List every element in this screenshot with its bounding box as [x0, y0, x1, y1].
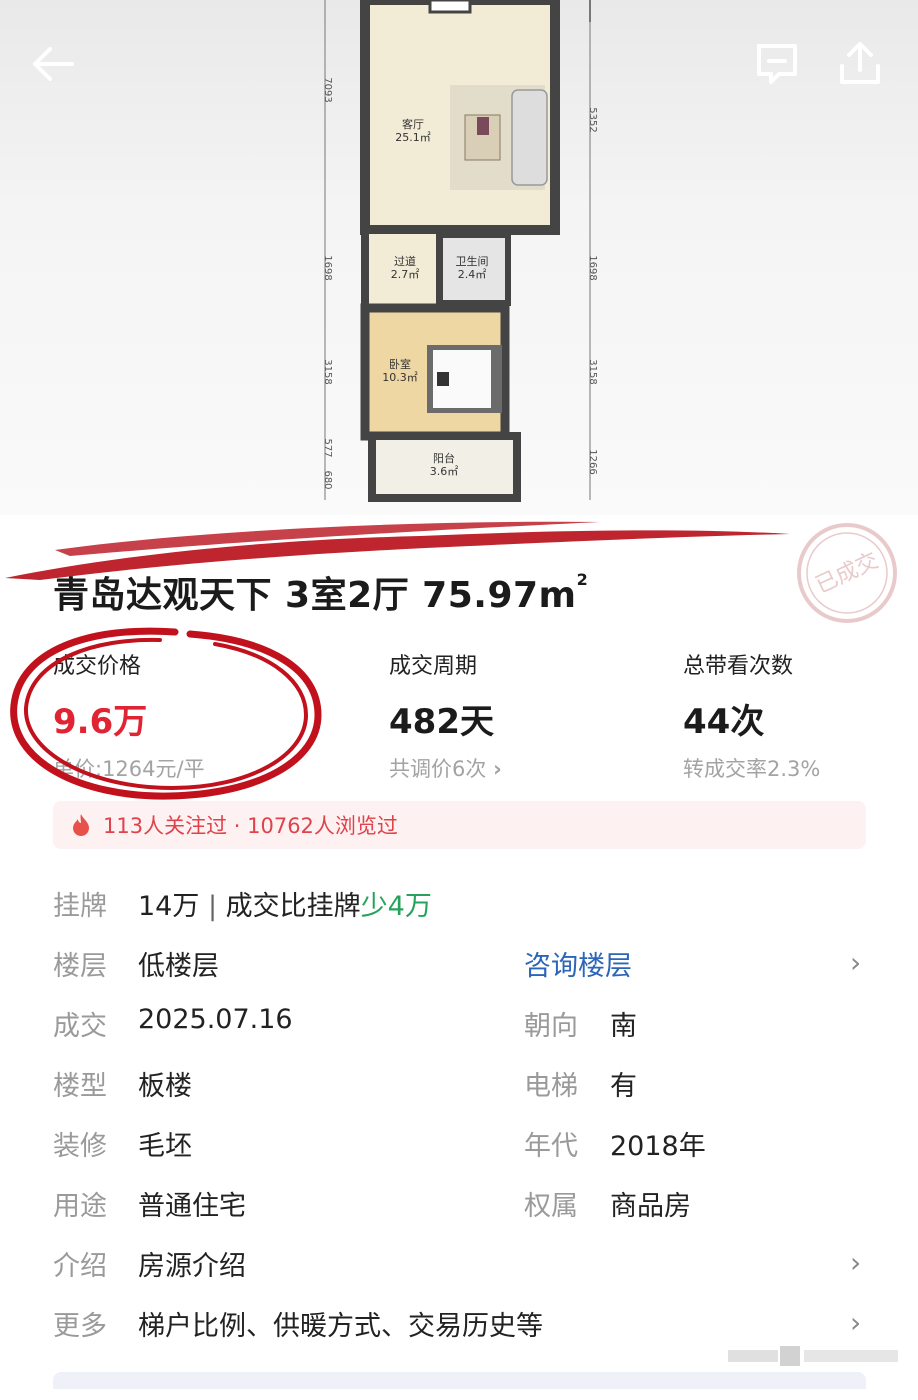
detail-key: 朝向 — [524, 1011, 578, 1042]
row-usage: 用途 普通住宅 权属 商品房 — [53, 1184, 866, 1224]
stat-deal-price: 成交价格 9.6万 单价:1264元/平 — [53, 648, 205, 783]
detail-value: 低楼层 — [138, 951, 219, 982]
floorplan-header: 客厅 25.1㎡过道 2.7㎡ 卫生间 2.4㎡卧室 10.3㎡阳台 3.6㎡ 7093 16… — [0, 0, 918, 515]
detail-value: 板楼 — [138, 1071, 192, 1102]
dimension-label: 1266 — [587, 449, 598, 474]
room-area-label: 25.1㎡ — [395, 131, 431, 144]
detail-key: 楼层 — [53, 951, 107, 982]
detail-key: 装修 — [53, 1131, 107, 1162]
room-name-label: 卫生间 — [456, 254, 489, 268]
dimension-label: 7093 — [322, 77, 333, 102]
detail-value: 南 — [610, 1011, 637, 1042]
dimension-label: 1698 — [322, 255, 333, 280]
attention-text: 113人关注过 · 10762人浏览过 — [103, 814, 398, 838]
dimension-label: 3158 — [587, 359, 598, 384]
detail-key: 电梯 — [524, 1071, 578, 1102]
chevron-right-icon: › — [493, 757, 502, 781]
room-area-label: 10.3㎡ — [382, 371, 418, 384]
room-name-label: 过道 — [394, 254, 416, 268]
chevron-right-icon[interactable]: › — [850, 946, 866, 979]
detail-key: 成交 — [53, 1011, 107, 1042]
chat-button[interactable] — [749, 36, 805, 92]
deal-cycle-value: 482天 — [389, 702, 494, 742]
dimension-label: 680 — [322, 470, 333, 489]
row-building-type: 楼型 板楼 电梯 有 — [53, 1064, 866, 1104]
detail-key: 挂牌 — [53, 891, 107, 922]
detail-value: 2025.07.16 — [138, 1004, 293, 1035]
room-area-label: 3.6㎡ — [430, 465, 459, 478]
dimension-label: 577 — [322, 438, 333, 457]
chat-bubble-icon — [757, 44, 797, 84]
room-area-label: 2.7㎡ — [391, 268, 420, 281]
detail-value: 14万 | 成交比挂牌少4万 — [138, 891, 432, 922]
room-name-label: 阳台 — [433, 451, 455, 465]
detail-value: 商品房 — [610, 1191, 691, 1222]
conversion-rate: 转成交率2.3% — [683, 757, 821, 781]
dimension-label: 1698 — [587, 255, 598, 280]
room-name-label: 卧室 — [389, 357, 411, 371]
stat-viewings: 总带看次数 44次 转成交率2.3% — [683, 648, 820, 783]
share-button[interactable] — [832, 36, 888, 92]
price-adjust-link[interactable]: 共调价6次 › — [389, 753, 502, 783]
sold-stamp: 已成交 — [797, 523, 897, 623]
dimension-label: 3158 — [322, 359, 333, 384]
chevron-right-icon[interactable]: › — [850, 1306, 866, 1339]
svg-text:已成交: 已成交 — [812, 548, 882, 599]
detail-value: 毛坯 — [138, 1131, 192, 1162]
detail-value: 梯户比例、供暖方式、交易历史等 — [138, 1311, 543, 1342]
row-floor[interactable]: 楼层 低楼层 咨询楼层 › — [53, 944, 866, 984]
detail-value: 有 — [610, 1071, 637, 1102]
arrow-left-icon — [33, 47, 74, 81]
unit-price: 单价:1264元/平 — [53, 757, 205, 781]
detail-value: 2018年 — [610, 1131, 706, 1162]
chevron-right-icon[interactable]: › — [850, 1246, 866, 1279]
row-deal-date: 成交 2025.07.16 朝向 南 — [53, 1004, 866, 1044]
share-upload-icon — [840, 42, 880, 84]
detail-value: 房源介绍 — [138, 1251, 246, 1282]
consult-floor-link[interactable]: 咨询楼层 — [524, 944, 632, 983]
detail-key: 权属 — [524, 1191, 578, 1222]
stat-label: 总带看次数 — [683, 654, 794, 679]
row-intro[interactable]: 介绍 房源介绍 › — [53, 1244, 866, 1284]
fire-icon — [73, 814, 89, 836]
stat-deal-cycle[interactable]: 成交周期 482天 共调价6次 › — [389, 648, 502, 783]
detail-key: 更多 — [53, 1311, 107, 1342]
deal-price-value: 9.6万 — [53, 702, 148, 742]
detail-key: 楼型 — [53, 1071, 107, 1102]
row-more[interactable]: 更多 梯户比例、供暖方式、交易历史等 › — [53, 1304, 866, 1344]
listing-title: 青岛达观天下 3室2厅 75.97m2 — [53, 570, 589, 616]
detail-key: 介绍 — [53, 1251, 107, 1282]
watermark-strip — [728, 1346, 898, 1366]
bottom-section — [53, 1372, 866, 1389]
room-area-label: 2.4㎡ — [458, 268, 487, 281]
room-name-label: 客厅 — [402, 117, 424, 131]
stat-label: 成交周期 — [389, 654, 478, 679]
detail-value: 普通住宅 — [138, 1191, 246, 1222]
row-listing-price: 挂牌 14万 | 成交比挂牌少4万 — [53, 884, 866, 924]
row-decoration: 装修 毛坯 年代 2018年 — [53, 1124, 866, 1164]
back-button[interactable] — [26, 36, 82, 92]
detail-key: 年代 — [524, 1131, 578, 1162]
attention-banner: 113人关注过 · 10762人浏览过 — [53, 801, 866, 849]
price-diff: 少4万 — [360, 891, 432, 922]
floorplan-image[interactable]: 客厅25.1㎡过道2.7㎡ 卫生间2.4㎡卧室10.3㎡阳台3.6㎡ 7093 16… — [300, 0, 620, 515]
detail-key: 用途 — [53, 1191, 107, 1222]
stat-label: 成交价格 — [53, 654, 142, 679]
viewings-value: 44次 — [683, 702, 765, 742]
dimension-label: 5352 — [587, 107, 598, 132]
